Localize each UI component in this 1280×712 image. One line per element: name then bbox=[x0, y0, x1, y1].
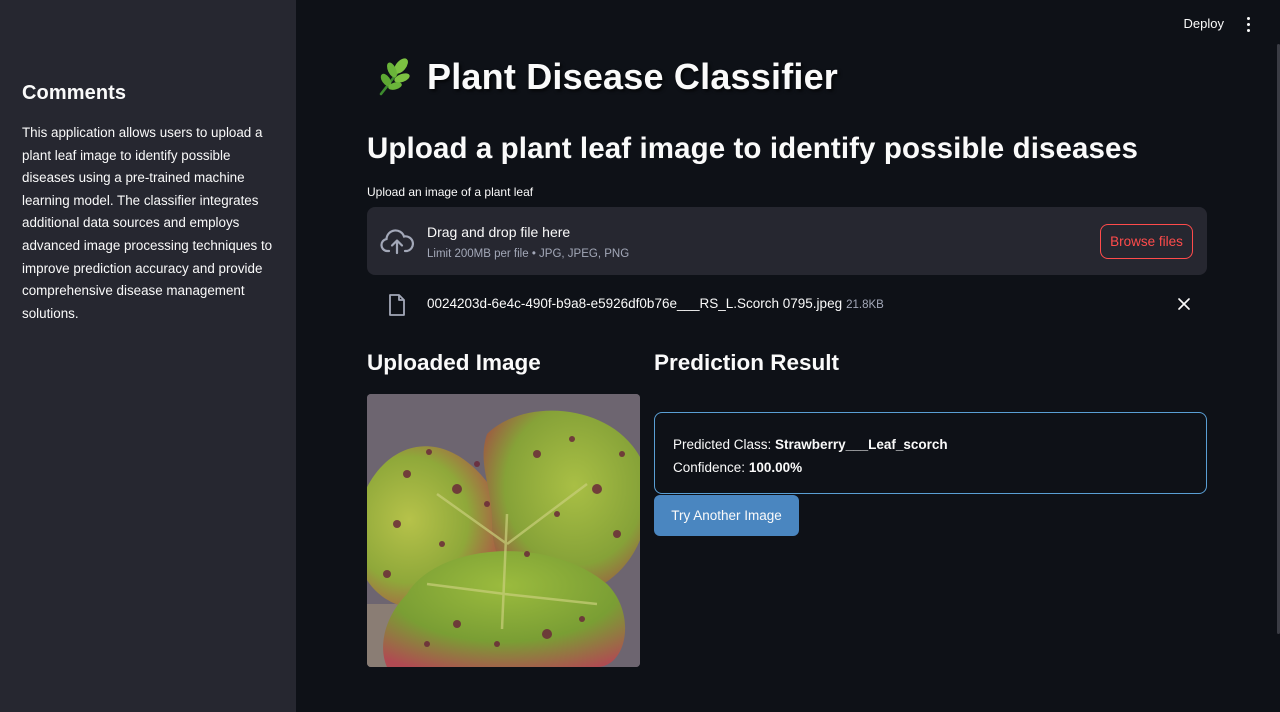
browse-files-button[interactable]: Browse files bbox=[1100, 224, 1193, 259]
uploader-label: Upload an image of a plant leaf bbox=[367, 185, 534, 199]
file-size: 21.8KB bbox=[846, 299, 884, 311]
try-another-image-button[interactable]: Try Another Image bbox=[654, 495, 799, 536]
uploaded-leaf-image bbox=[367, 394, 640, 667]
app-title-text: Plant Disease Classifier bbox=[427, 56, 839, 97]
vertical-ellipsis-icon[interactable] bbox=[1240, 14, 1256, 34]
predicted-class-label: Predicted Class: bbox=[673, 437, 776, 452]
confidence-label: Confidence: bbox=[673, 460, 749, 475]
close-icon[interactable] bbox=[1177, 297, 1191, 311]
prediction-result-heading: Prediction Result bbox=[654, 350, 840, 375]
page-title: Plant Disease Classifier bbox=[375, 56, 838, 98]
dropzone-title: Drag and drop file here bbox=[427, 224, 571, 240]
uploaded-image-heading: Uploaded Image bbox=[367, 350, 541, 375]
file-name: 0024203d-6e4c-490f-b9a8-e5926df0b76e___R… bbox=[427, 296, 884, 311]
sidebar: Comments This application allows users t… bbox=[0, 0, 296, 712]
confidence-line: Confidence: 100.00% bbox=[673, 456, 1188, 479]
predicted-class-value: Strawberry___Leaf_scorch bbox=[775, 437, 948, 452]
file-name-text: 0024203d-6e4c-490f-b9a8-e5926df0b76e___R… bbox=[427, 296, 843, 311]
dropzone-limit: Limit 200MB per file • JPG, JPEG, PNG bbox=[427, 248, 630, 260]
prediction-result-box: Predicted Class: Strawberry___Leaf_scorc… bbox=[654, 412, 1207, 494]
page-subtitle: Upload a plant leaf image to identify po… bbox=[367, 132, 1139, 165]
cloud-upload-icon bbox=[380, 229, 414, 255]
file-dropzone[interactable]: Drag and drop file here Limit 200MB per … bbox=[367, 207, 1207, 275]
uploaded-file-row: 0024203d-6e4c-490f-b9a8-e5926df0b76e___R… bbox=[367, 287, 1207, 323]
sidebar-description: This application allows users to upload … bbox=[22, 125, 273, 321]
predicted-class-line: Predicted Class: Strawberry___Leaf_scorc… bbox=[673, 433, 1188, 456]
sidebar-heading: Comments bbox=[22, 82, 127, 104]
herb-leaf-icon bbox=[379, 58, 410, 96]
confidence-value: 100.00% bbox=[748, 460, 803, 475]
file-icon bbox=[389, 294, 405, 316]
deploy-button[interactable]: Deploy bbox=[1184, 16, 1224, 31]
